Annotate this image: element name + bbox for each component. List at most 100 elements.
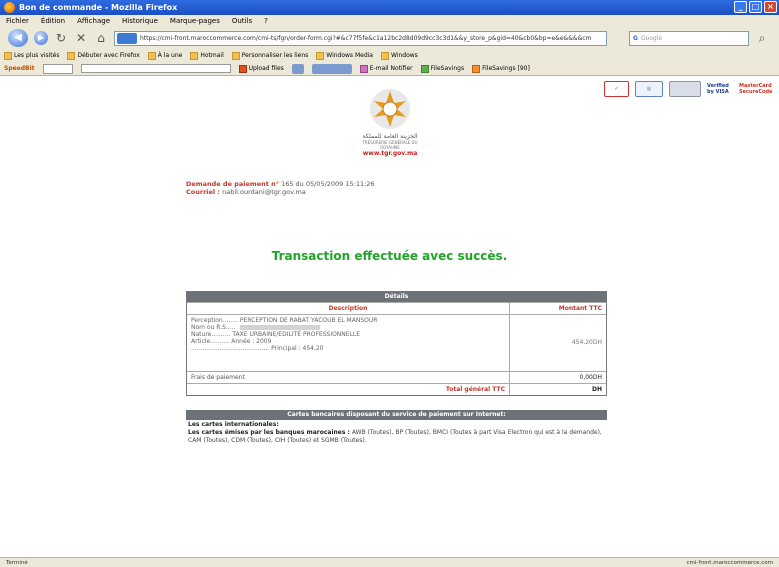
window-title: Bon de commande - Mozilla Firefox <box>19 3 178 12</box>
description-line: Nom ou R.S..... <box>191 324 236 331</box>
table-row: Frais de paiement 0,00DH <box>187 371 606 383</box>
back-icon[interactable]: ◀ <box>8 29 28 47</box>
bookmark-item[interactable]: À la une <box>147 51 182 60</box>
toolbar-widget[interactable] <box>311 63 352 74</box>
forward-icon[interactable]: ▶ <box>34 31 48 45</box>
details-table: Détails Description Montant TTC Percepti… <box>186 291 607 396</box>
status-text: Terminé <box>6 559 28 566</box>
mastercard-securecode-logo: MasterCard SecureCode <box>739 83 773 95</box>
filesavings-button[interactable]: FileSavings <box>420 64 464 73</box>
fees-label: Frais de paiement <box>187 372 510 383</box>
table-header-row: Description Montant TTC <box>187 302 606 314</box>
home-icon[interactable]: ⌂ <box>94 31 108 45</box>
email-icon <box>359 64 368 73</box>
bookmark-item[interactable]: Les plus visités <box>4 51 59 60</box>
toolbar-widget[interactable] <box>291 63 304 74</box>
emblem-subtitle: TRÉSORERIE GÉNÉRALE DU ROYAUME <box>362 140 418 150</box>
rss-icon <box>147 51 156 60</box>
menu-help[interactable]: ? <box>264 17 268 25</box>
tgr-emblem: الخزينة العامة للمملكة TRÉSORERIE GÉNÉRA… <box>355 87 425 157</box>
intl-cards-label: Les cartes internationales: <box>188 421 279 428</box>
table-row: Perception........ PERCEPTION DE RABAT Y… <box>187 314 606 371</box>
menu-bar: Fichier Édition Affichage Historique Mar… <box>0 15 779 27</box>
page-content: ✓ ◎ Verified by VISA MasterCard SecureCo… <box>0 77 779 557</box>
description-line: Nature.......... TAXE URBAINE/EDILITÉ PR… <box>191 331 361 338</box>
maximize-button[interactable]: □ <box>749 1 762 13</box>
upload-icon <box>238 64 247 73</box>
menu-fichier[interactable]: Fichier <box>6 17 29 25</box>
cmi-logo: ◎ <box>635 81 663 97</box>
speedbit-search-input[interactable] <box>42 63 73 74</box>
bookmark-item[interactable]: Personnaliser les liens <box>231 51 308 60</box>
menu-edition[interactable]: Édition <box>41 17 65 25</box>
email-notifier-button[interactable]: E-mail Notifier <box>359 64 413 73</box>
verified-by-visa-logo: Verified by VISA <box>707 83 729 95</box>
cards-info: Cartes bancaires disposant du service de… <box>186 410 607 446</box>
bookmark-item[interactable]: Windows Media <box>316 51 373 60</box>
tgr-logo-icon <box>368 87 412 131</box>
bookmarks-toolbar: Les plus visités Débuter avec Firefox À … <box>0 49 779 62</box>
url-bar[interactable]: https://cmi-front.maroccommerce.com/cmi-… <box>114 30 607 46</box>
amount-cell: 454,20DH <box>571 339 602 346</box>
site-link[interactable]: www.tgr.gov.ma <box>355 150 425 157</box>
search-input[interactable]: G Google <box>629 30 749 46</box>
menu-affichage[interactable]: Affichage <box>77 17 110 25</box>
addon-toolbar: SpeedBit Upload files E-mail Notifier Fi… <box>0 62 779 76</box>
google-icon: G <box>633 34 638 42</box>
bank-logo <box>669 81 701 97</box>
local-cards-label: Les cartes émises par les banques maroca… <box>188 429 350 436</box>
page-icon <box>231 51 240 60</box>
redacted-text <box>239 325 320 330</box>
table-row: Total général TTC DH <box>187 383 606 395</box>
description-column-header: Description <box>187 303 510 314</box>
total-value: DH <box>591 386 602 393</box>
bookmark-icon <box>4 51 12 60</box>
bookmark-icon <box>67 51 76 60</box>
url-text: https://cmi-front.maroccommerce.com/cmi-… <box>140 34 592 42</box>
page-icon <box>380 51 389 60</box>
description-line: Article.......... Année : 2009 <box>191 338 272 345</box>
bookmark-item[interactable]: Windows <box>380 51 418 60</box>
minimize-button[interactable]: _ <box>734 1 747 13</box>
order-value: 165 du 05/05/2009 15:11:26 <box>281 180 375 188</box>
filesavings-count-button[interactable]: FileSavings [90] <box>472 64 530 73</box>
cards-header: Cartes bancaires disposant du service de… <box>186 410 607 420</box>
window-titlebar: Bon de commande - Mozilla Firefox _ □ × <box>0 0 779 15</box>
page-icon <box>316 51 325 60</box>
fees-value: 0,00DH <box>579 374 603 381</box>
email-value: nabil.ourdani@tgr.gov.ma <box>222 188 306 196</box>
security-logos: ✓ ◎ Verified by VISA MasterCard SecureCo… <box>604 81 773 97</box>
order-info: Demande de paiement n° 165 du 05/05/2009… <box>186 180 375 196</box>
bookmark-item[interactable]: Hotmail <box>190 51 224 60</box>
page-icon <box>190 51 199 60</box>
upload-files-button[interactable]: Upload files <box>238 64 284 73</box>
reload-icon[interactable]: ↻ <box>54 31 68 45</box>
arabic-title: الخزينة العامة للمملكة <box>362 133 418 140</box>
speedbit-button[interactable]: SpeedBit <box>4 65 35 72</box>
description-cell: Perception........ PERCEPTION DE RABAT Y… <box>187 315 510 371</box>
stop-icon[interactable]: ✕ <box>74 31 88 45</box>
search-placeholder: Google <box>640 34 663 42</box>
menu-outils[interactable]: Outils <box>232 17 252 25</box>
menu-marque-pages[interactable]: Marque-pages <box>170 17 220 25</box>
filesavings-icon <box>472 64 481 73</box>
success-message: Transaction effectuée avec succès. <box>271 249 508 263</box>
secure-logo: ✓ <box>604 81 629 97</box>
search-icon[interactable]: ⌕ <box>755 31 769 46</box>
filesavings-icon <box>420 64 429 73</box>
description-line: ........................................… <box>191 345 324 352</box>
menu-historique[interactable]: Historique <box>122 17 158 25</box>
amount-column-header: Montant TTC <box>558 305 602 312</box>
addon-search-input[interactable] <box>80 64 231 73</box>
total-label: Total général TTC <box>187 384 510 395</box>
order-label: Demande de paiement n° <box>186 180 279 188</box>
site-identity-icon[interactable] <box>117 32 137 44</box>
email-label: Courriel : <box>186 188 221 196</box>
cards-body: Les cartes internationales: Les cartes é… <box>186 420 607 446</box>
navigation-toolbar: ◀ ▶ ↻ ✕ ⌂ https://cmi-front.maroccommerc… <box>0 27 779 49</box>
status-bar: Terminé cmi-front.maroccommerce.com <box>0 557 779 567</box>
close-button[interactable]: × <box>764 1 777 13</box>
status-domain: cmi-front.maroccommerce.com <box>686 559 773 566</box>
bookmark-item[interactable]: Débuter avec Firefox <box>67 51 140 60</box>
firefox-icon <box>4 2 15 13</box>
